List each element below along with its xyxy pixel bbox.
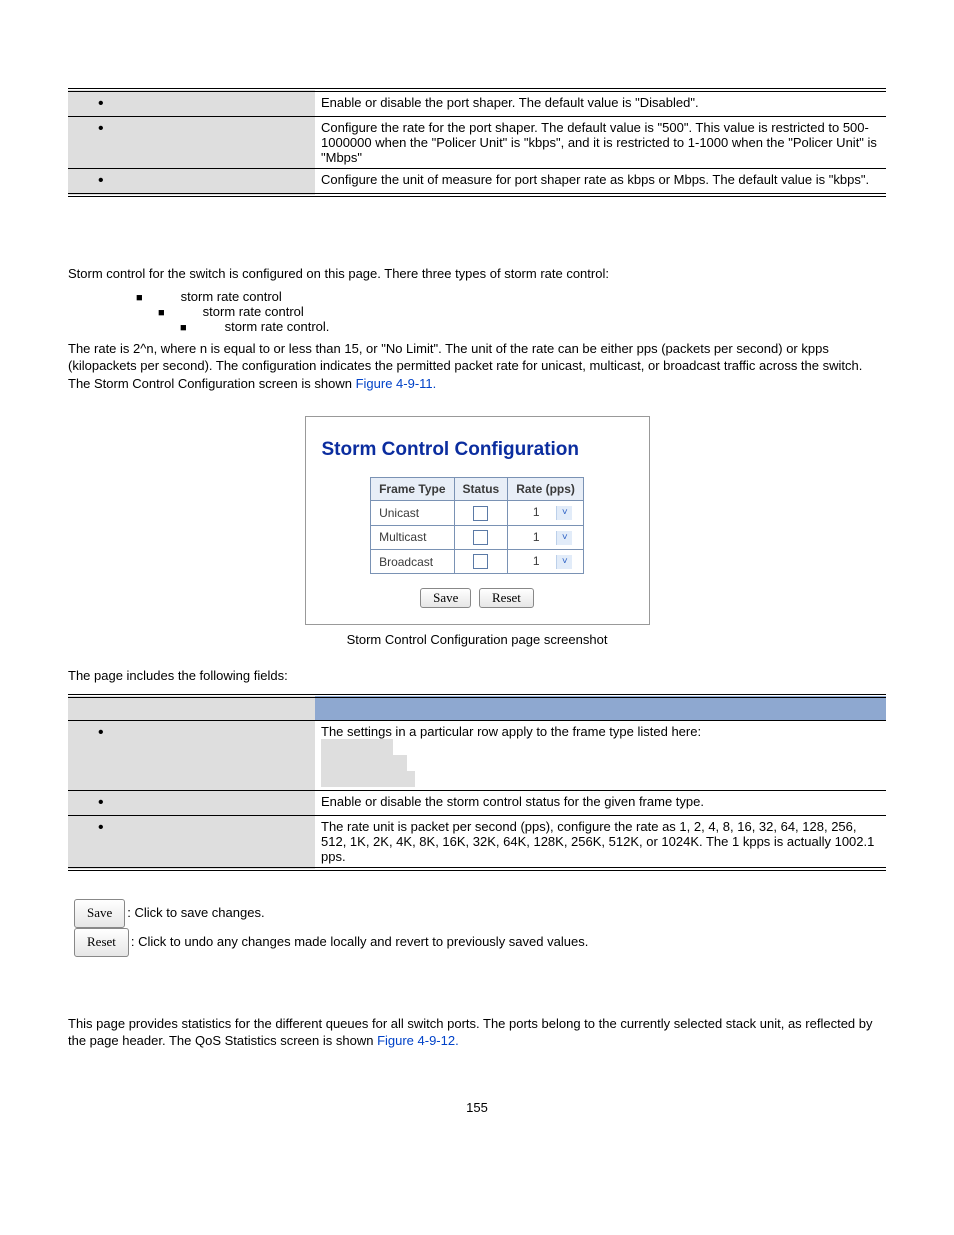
storm-intro-text: Storm control for the switch is configur… — [68, 265, 886, 283]
storm-rate-text: The rate is 2^n, where n is equal to or … — [68, 341, 862, 391]
chevron-down-icon[interactable]: ˅ — [556, 531, 572, 545]
shaper-object-cell — [68, 90, 315, 117]
shaper-object-cell — [68, 169, 315, 196]
col-status: Status — [454, 478, 508, 501]
storm-params-table: The settings in a particular row apply t… — [68, 694, 886, 871]
storm-type-item: storm rate control. — [68, 319, 886, 334]
storm-config-table: Frame Type Status Rate (pps) Unicast 1˅ … — [370, 477, 584, 574]
frame-type-placeholder — [321, 755, 407, 771]
param-desc-cell: The settings in a particular row apply t… — [315, 721, 886, 791]
storm-rate-paragraph: The rate is 2^n, where n is equal to or … — [68, 340, 886, 393]
param-object-cell — [68, 721, 315, 791]
status-cell — [454, 525, 508, 549]
rate-value: 1 — [516, 530, 556, 544]
figure-caption: Storm Control Configuration page screens… — [68, 631, 886, 649]
param-desc-cell: Enable or disable the storm control stat… — [315, 791, 886, 816]
page-number: 155 — [68, 1100, 886, 1115]
chevron-down-icon[interactable]: ˅ — [556, 506, 572, 520]
rate-cell: 1˅ — [508, 525, 584, 549]
save-button[interactable]: Save — [74, 899, 125, 928]
table-row: Broadcast 1˅ — [371, 549, 584, 573]
shaper-desc-cell: Configure the unit of measure for port s… — [315, 169, 886, 196]
reset-explain-text: : Click to undo any changes made locally… — [131, 934, 588, 949]
fields-intro: The page includes the following fields: — [68, 667, 886, 685]
storm-type-item: storm rate control — [68, 289, 886, 304]
col-frame-type: Frame Type — [371, 478, 454, 501]
frame-type-placeholder — [321, 771, 415, 787]
param-desc-cell: The rate unit is packet per second (pps)… — [315, 816, 886, 870]
figure-link[interactable]: Figure 4-9-12. — [377, 1033, 459, 1048]
object-header — [68, 696, 315, 721]
qos-stats-text: This page provides statistics for the di… — [68, 1016, 873, 1049]
button-explanation: Save: Click to save changes. Reset: Clic… — [68, 899, 886, 956]
storm-type-item: storm rate control — [68, 304, 886, 319]
qos-stats-paragraph: This page provides statistics for the di… — [68, 1015, 886, 1050]
status-cell — [454, 501, 508, 525]
save-explain-text: : Click to save changes. — [127, 905, 264, 920]
storm-type-list: storm rate control storm rate control st… — [68, 289, 886, 334]
param-object-cell — [68, 791, 315, 816]
description-header — [315, 696, 886, 721]
shaper-desc-cell: Enable or disable the port shaper. The d… — [315, 90, 886, 117]
chevron-down-icon[interactable]: ˅ — [556, 555, 572, 569]
rate-value: 1 — [516, 505, 556, 519]
param-object-cell — [68, 816, 315, 870]
shaper-object-cell — [68, 117, 315, 169]
storm-config-screenshot: Storm Control Configuration Frame Type S… — [305, 416, 650, 625]
frame-type-cell: Broadcast — [371, 549, 454, 573]
screenshot-title: Storm Control Configuration — [322, 439, 633, 461]
save-button[interactable]: Save — [420, 588, 471, 608]
frame-type-placeholder — [321, 739, 393, 755]
port-shaper-table: Enable or disable the port shaper. The d… — [68, 88, 886, 197]
rate-cell: 1˅ — [508, 501, 584, 525]
checkbox[interactable] — [473, 554, 488, 569]
reset-button[interactable]: Reset — [479, 588, 534, 608]
shaper-desc-cell: Configure the rate for the port shaper. … — [315, 117, 886, 169]
param-desc-text: The settings in a particular row apply t… — [321, 724, 701, 739]
checkbox[interactable] — [473, 530, 488, 545]
col-rate: Rate (pps) — [508, 478, 584, 501]
rate-cell: 1˅ — [508, 549, 584, 573]
status-cell — [454, 549, 508, 573]
frame-type-cell: Multicast — [371, 525, 454, 549]
table-row: Unicast 1˅ — [371, 501, 584, 525]
table-row: Multicast 1˅ — [371, 525, 584, 549]
frame-type-cell: Unicast — [371, 501, 454, 525]
figure-link[interactable]: Figure 4-9-11. — [356, 376, 437, 391]
reset-button[interactable]: Reset — [74, 928, 129, 957]
rate-value: 1 — [516, 554, 556, 568]
checkbox[interactable] — [473, 506, 488, 521]
